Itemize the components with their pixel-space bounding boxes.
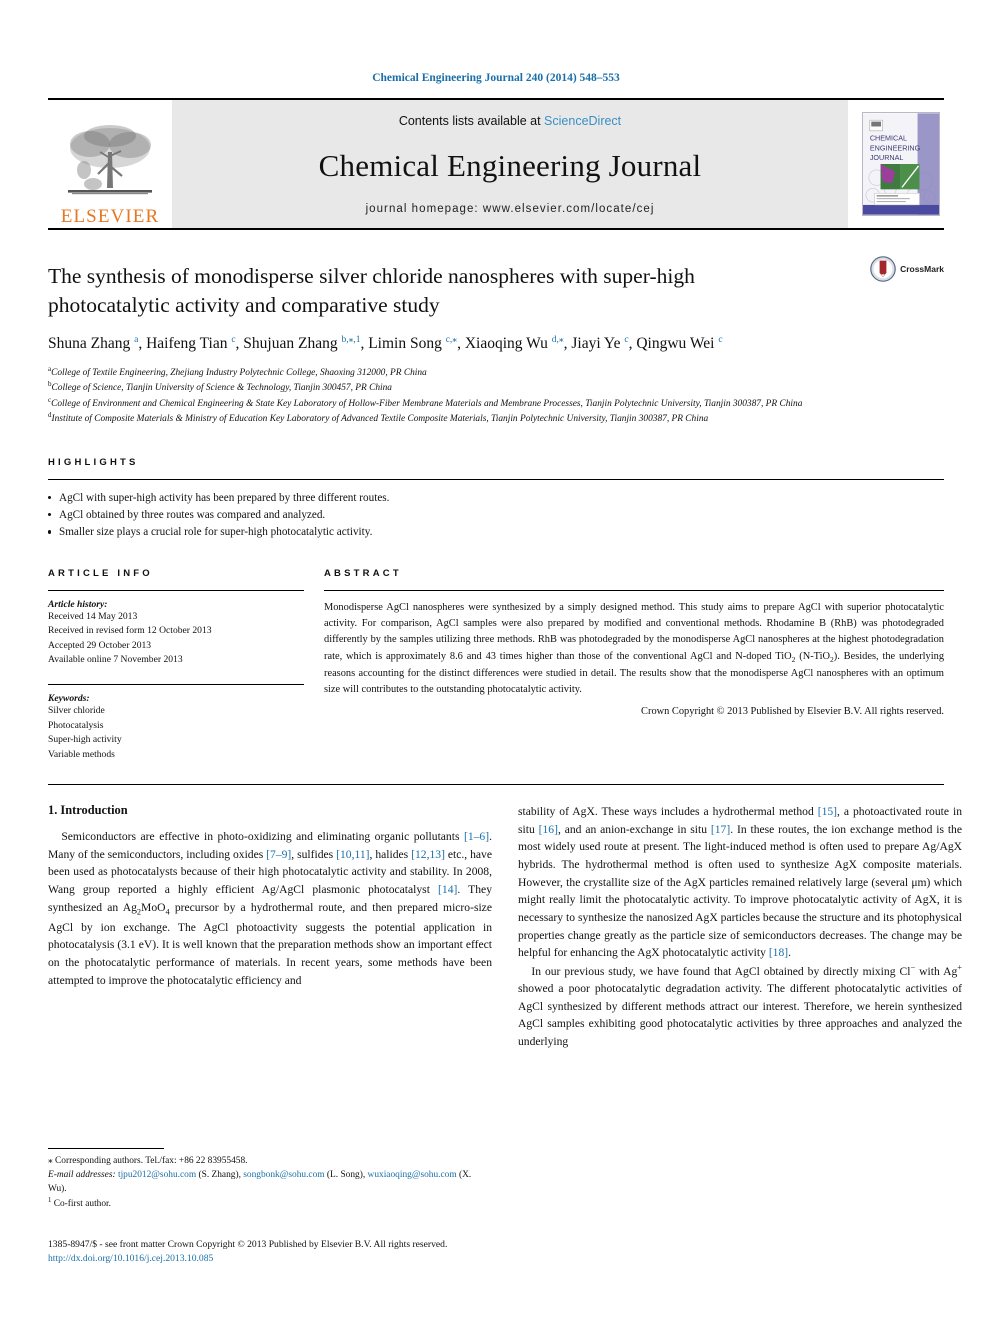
crossmark-icon — [870, 256, 896, 282]
article-history: Article history: Received 14 May 2013 Rec… — [48, 599, 304, 668]
keywords-lines: Silver chloride Photocatalysis Super-high … — [48, 704, 304, 762]
article-info-column: ARTICLE INFO Article history: Received 1… — [48, 568, 304, 763]
journal-homepage[interactable]: journal homepage: www.elsevier.com/locat… — [366, 203, 655, 215]
body-paragraph: Semiconductors are effective in photo-ox… — [48, 830, 492, 987]
body-separator-rule — [48, 784, 944, 786]
masthead-bottom-rule — [48, 228, 944, 230]
sciencedirect-link[interactable]: ScienceDirect — [544, 114, 621, 128]
highlight-item: Smaller size plays a crucial role for su… — [48, 524, 944, 541]
email-label: E-mail addresses: — [48, 1170, 116, 1181]
journal-title: Chemical Engineering Journal — [318, 147, 702, 183]
info-abstract-row: ARTICLE INFO Article history: Received 1… — [48, 568, 944, 763]
left-paragraphs: Semiconductors are effective in photo-ox… — [48, 828, 492, 989]
article-history-item: Available online 7 November 2013 — [48, 654, 183, 666]
issn-copyright-line: 1385-8947/$ - see front matter Crown Cop… — [48, 1239, 448, 1250]
elsevier-logo: ELSEVIER — [48, 100, 172, 228]
affiliation-b: bCollege of Science, Tianjin University … — [48, 380, 392, 394]
running-head: Chemical Engineering Journal 240 (2014) … — [372, 72, 620, 84]
highlights-list: AgCl with super-high activity has been p… — [48, 490, 944, 542]
body-columns: 1. Introduction Semiconductors are effec… — [48, 803, 962, 1050]
article-history-item: Received 14 May 2013 — [48, 610, 138, 622]
affiliation-list: aCollege of Textile Engineering, Zhejian… — [48, 365, 944, 427]
doi-link[interactable]: http://dx.doi.org/10.1016/j.cej.2013.10.… — [48, 1252, 748, 1266]
keyword-item: Silver chloride — [48, 704, 105, 716]
journal-cover-thumbnail: CHEMICAL ENGINEERING JOURNAL — [862, 112, 940, 216]
abstract-rule — [324, 589, 944, 591]
cofirst-author-note: 1 Co-first author. — [48, 1197, 112, 1210]
highlight-item: AgCl with super-high activity has been p… — [48, 490, 944, 507]
abstract-text: Monodisperse AgCl nanospheres were synth… — [324, 601, 945, 696]
keyword-item: Variable methods — [48, 748, 115, 760]
affiliation-d: dInstitute of Composite Materials & Mini… — [48, 411, 709, 425]
journal-cover-cell: CHEMICAL ENGINEERING JOURNAL — [848, 100, 944, 228]
footnotes-block: ⁎ Corresponding authors. Tel./fax: +86 2… — [48, 1148, 492, 1212]
footer-block: 1385-8947/$ - see front matter Crown Cop… — [48, 1238, 748, 1267]
keywords-rule — [48, 683, 304, 685]
paper-page: Chemical Engineering Journal 240 (2014) … — [0, 0, 992, 1323]
body-paragraph: stability of AgX. These ways includes a … — [518, 805, 962, 960]
contents-prefix: Contents lists available at — [398, 114, 545, 128]
page-title: The synthesis of monodisperse silver chl… — [48, 264, 695, 317]
highlights-section: HIGHLIGHTS AgCl with super-high activity… — [48, 457, 944, 542]
svg-text:CHEMICAL: CHEMICAL — [870, 134, 907, 143]
masthead-center: Contents lists available at ScienceDirec… — [172, 100, 848, 228]
email-addresses-note: E-mail addresses: tjpu2012@sohu.com (S. … — [48, 1168, 492, 1196]
author-list: Shuna Zhang a, Haifeng Tian c, Shujuan Z… — [48, 335, 723, 353]
article-history-lines: Received 14 May 2013 Received in revised … — [48, 610, 304, 668]
abstract-copyright: Crown Copyright © 2013 Published by Else… — [641, 705, 944, 717]
contents-available-line: Contents lists available at ScienceDirec… — [399, 114, 621, 128]
affiliation-a: aCollege of Textile Engineering, Zhejian… — [48, 364, 427, 378]
corresponding-author-note: ⁎ Corresponding authors. Tel./fax: +86 2… — [48, 1156, 248, 1166]
keywords-block: Keywords: Silver chloride Photocatalysis S… — [48, 693, 304, 762]
article-info-heading: ARTICLE INFO — [48, 567, 153, 579]
crossmark-badge[interactable]: CrossMark — [870, 256, 944, 282]
elsevier-tree-icon — [68, 125, 152, 195]
highlight-item: AgCl obtained by three routes was compar… — [48, 507, 944, 524]
section-title-introduction: 1. Introduction — [48, 803, 128, 818]
title-block: CrossMark The synthesis of monodisperse … — [48, 256, 944, 427]
abstract-heading: ABSTRACT — [324, 567, 402, 579]
abstract-body: Monodisperse AgCl nanospheres were synth… — [324, 600, 944, 717]
article-history-item: Accepted 29 October 2013 — [48, 639, 152, 651]
svg-text:ENGINEERING: ENGINEERING — [870, 143, 921, 152]
elsevier-wordmark: ELSEVIER — [60, 206, 160, 227]
article-history-label: Article history: — [48, 598, 108, 610]
body-column-right: stability of AgX. These ways includes a … — [518, 803, 962, 1050]
svg-text:JOURNAL: JOURNAL — [870, 153, 904, 162]
crossmark-label: CrossMark — [900, 264, 944, 274]
keyword-item: Super-high activity — [48, 734, 122, 746]
body-column-left: 1. Introduction Semiconductors are effec… — [48, 803, 492, 1050]
journal-masthead: ELSEVIER Contents lists available at Sci… — [48, 98, 944, 230]
highlights-heading: HIGHLIGHTS — [48, 456, 139, 468]
body-paragraph: In our previous study, we have found tha… — [518, 962, 962, 1049]
right-paragraphs: stability of AgX. These ways includes a … — [518, 803, 962, 1050]
keyword-item: Photocatalysis — [48, 719, 104, 731]
article-history-item: Received in revised form 12 October 2013 — [48, 625, 212, 637]
footnote-rule — [48, 1148, 164, 1149]
abstract-column: ABSTRACT Monodisperse AgCl nanospheres w… — [324, 568, 944, 763]
article-info-rule — [48, 589, 304, 591]
affiliation-c: cCollege of Environment and Chemical Eng… — [48, 395, 803, 409]
keywords-label: Keywords: — [48, 692, 90, 704]
highlights-rule — [48, 478, 944, 480]
